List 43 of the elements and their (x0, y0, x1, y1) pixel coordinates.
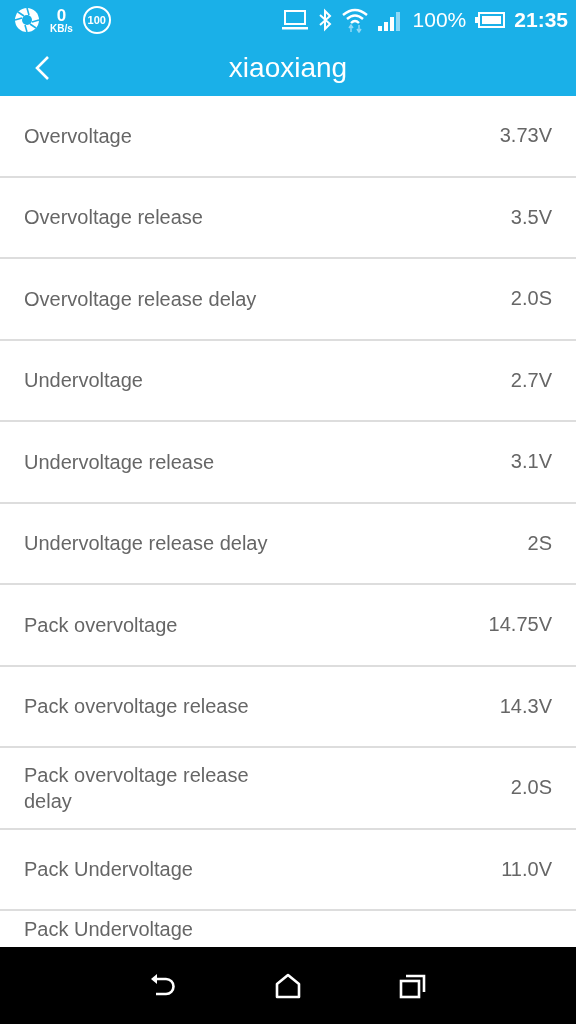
bluetooth-icon (317, 8, 332, 32)
setting-row[interactable]: Pack overvoltage release 14.3V (0, 666, 576, 748)
setting-label: Pack overvoltage release (24, 694, 250, 720)
setting-row[interactable]: Pack overvoltage 14.75V (0, 585, 576, 667)
setting-label: Pack Undervoltage (24, 917, 194, 942)
setting-value: 3.73V (499, 124, 552, 148)
setting-value: 14.3V (499, 694, 552, 718)
battery-percentage: 100% (412, 8, 467, 32)
notification-badge: 100 (82, 6, 111, 34)
speed-unit: KB/s (50, 23, 73, 34)
setting-row[interactable]: Pack overvoltage release delay 2.0S (0, 748, 576, 830)
setting-value: 2S (527, 531, 552, 555)
speed-value: 0 (56, 6, 67, 24)
setting-label: Undervoltage release delay (24, 531, 269, 557)
aperture-icon (14, 7, 40, 33)
setting-row[interactable]: Overvoltage 3.73V (0, 96, 576, 178)
setting-label: Overvoltage release delay (24, 286, 258, 312)
setting-value: 2.7V (510, 368, 552, 392)
setting-label: Overvoltage release (24, 205, 204, 231)
laptop-icon (280, 9, 309, 31)
setting-value: 14.75V (488, 613, 552, 637)
setting-value: 3.5V (510, 205, 552, 229)
setting-label: Undervoltage (24, 368, 144, 394)
setting-label: Pack overvoltage release delay (24, 762, 250, 814)
setting-value: 2.0S (510, 287, 552, 311)
setting-row[interactable]: Overvoltage release delay 2.0S (0, 259, 576, 341)
setting-label: Pack Undervoltage (24, 857, 194, 883)
setting-row[interactable]: Pack Undervoltage 11.0V (0, 829, 576, 911)
chevron-left-icon (34, 55, 50, 81)
setting-row[interactable]: Overvoltage release 3.5V (0, 177, 576, 259)
setting-label: Overvoltage (24, 123, 133, 149)
setting-value: 3.1V (510, 450, 552, 474)
setting-label: Undervoltage release (24, 449, 216, 475)
battery-icon (475, 12, 506, 28)
setting-value: 2.0S (510, 776, 552, 800)
setting-row[interactable]: Undervoltage release delay 2S (0, 503, 576, 585)
setting-row[interactable]: Undervoltage 2.7V (0, 340, 576, 422)
setting-value: 11.0V (501, 857, 552, 881)
setting-row[interactable]: Undervoltage release 3.1V (0, 422, 576, 504)
setting-label: Pack overvoltage (24, 612, 179, 638)
clock-time: 21:35 (514, 8, 568, 32)
screen-title: xiaoxiang (228, 52, 348, 84)
wifi-icon (340, 7, 369, 33)
